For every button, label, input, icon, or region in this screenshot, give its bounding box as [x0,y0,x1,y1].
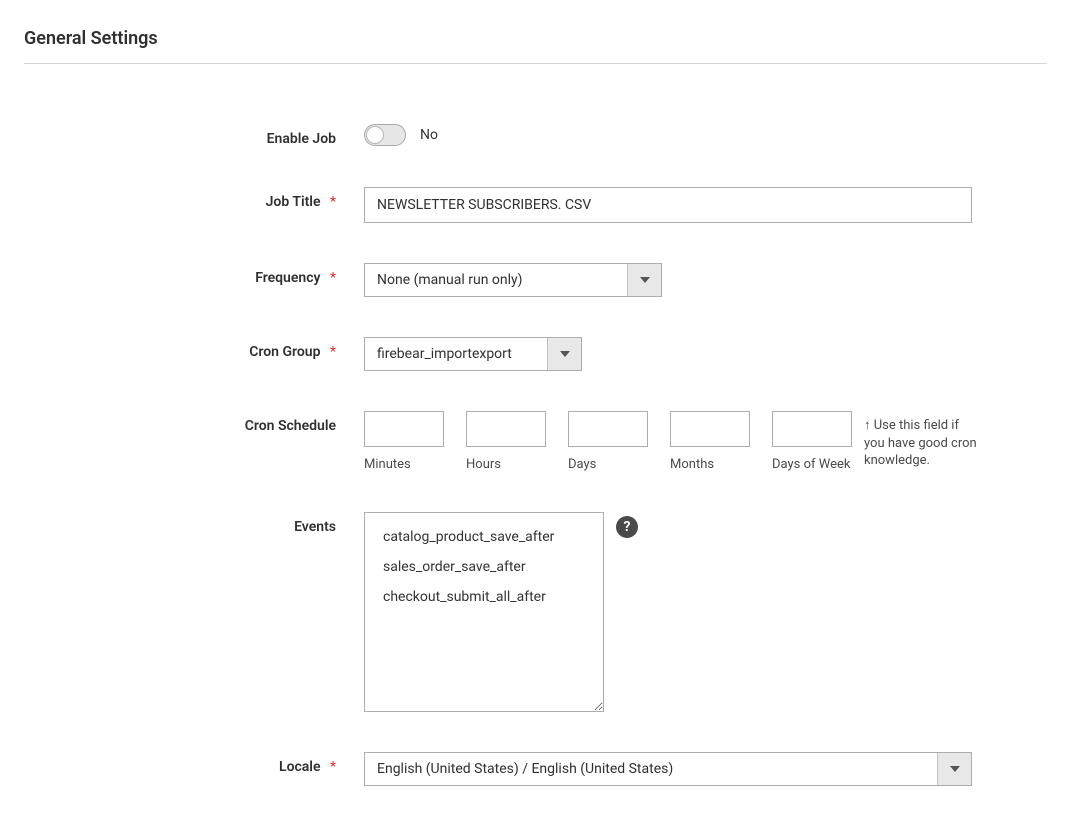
control-enable-job: No [364,124,1047,146]
events-wrap: catalog_product_save_after sales_order_s… [364,512,638,712]
row-job-title: Job Title * [24,187,1047,223]
required-mark: * [330,759,336,775]
label-text: Events [294,519,336,535]
row-cron-schedule: Cron Schedule Minutes Hours Days Months … [24,411,1047,472]
control-job-title [364,187,1047,223]
cron-days-col: Days [568,411,648,472]
label-events: Events [24,512,364,535]
frequency-value: None (manual run only) [365,264,627,296]
label-text: Frequency [255,270,320,286]
control-frequency: None (manual run only) [364,263,1047,297]
row-cron-group: Cron Group * firebear_importexport [24,337,1047,371]
label-text: Enable Job [267,131,336,147]
cron-dow-col: Days of Week [772,411,852,472]
row-events: Events catalog_product_save_after sales_… [24,512,1047,712]
label-cron-schedule: Cron Schedule [24,411,364,434]
locale-value: English (United States) / English (Unite… [365,753,937,785]
job-title-input[interactable] [364,187,972,223]
label-text: Locale [279,759,320,775]
label-cron-group: Cron Group * [24,337,364,360]
cron-days-input[interactable] [568,411,648,447]
label-text: Job Title [266,194,321,210]
events-multiselect[interactable]: catalog_product_save_after sales_order_s… [364,512,604,712]
control-cron-schedule: Minutes Hours Days Months Days of Week ↑… [364,411,1047,472]
cron-minutes-input[interactable] [364,411,444,447]
control-locale: English (United States) / English (Unite… [364,752,1047,786]
cron-hours-label: Hours [466,457,546,472]
event-option[interactable]: sales_order_save_after [383,557,585,577]
row-locale: Locale * English (United States) / Engli… [24,752,1047,786]
required-mark: * [330,344,336,360]
toggle-knob-icon [366,126,384,144]
label-text: Cron Schedule [245,418,336,434]
label-enable-job: Enable Job [24,124,364,147]
cron-days-label: Days [568,457,648,472]
cron-minutes-label: Minutes [364,457,444,472]
row-enable-job: Enable Job No [24,124,1047,147]
label-locale: Locale * [24,752,364,775]
required-mark: * [330,194,336,210]
cron-hours-input[interactable] [466,411,546,447]
frequency-select[interactable]: None (manual run only) [364,263,662,297]
locale-select[interactable]: English (United States) / English (Unite… [364,752,972,786]
chevron-down-icon [937,753,971,785]
help-icon[interactable]: ? [616,516,638,538]
event-option[interactable]: catalog_product_save_after [383,527,585,547]
label-job-title: Job Title * [24,187,364,210]
cron-group-value: firebear_importexport [365,338,547,370]
label-frequency: Frequency * [24,263,364,286]
cron-minutes-col: Minutes [364,411,444,472]
control-cron-group: firebear_importexport [364,337,1047,371]
cron-months-label: Months [670,457,750,472]
required-mark: * [330,270,336,286]
chevron-down-icon [547,338,581,370]
cron-dow-input[interactable] [772,411,852,447]
label-text: Cron Group [249,344,320,360]
event-option[interactable]: checkout_submit_all_after [383,587,585,607]
section-title: General Settings [24,28,1047,64]
chevron-down-icon [627,264,661,296]
cron-dow-label: Days of Week [772,457,852,472]
cron-months-col: Months [670,411,750,472]
row-frequency: Frequency * None (manual run only) [24,263,1047,297]
cron-hint-text: ↑ Use this field if you have good cron k… [864,411,979,470]
cron-hours-col: Hours [466,411,546,472]
control-events: catalog_product_save_after sales_order_s… [364,512,1047,712]
enable-job-toggle[interactable] [364,124,406,146]
cron-group-select[interactable]: firebear_importexport [364,337,582,371]
cron-months-input[interactable] [670,411,750,447]
enable-job-state: No [420,124,438,146]
